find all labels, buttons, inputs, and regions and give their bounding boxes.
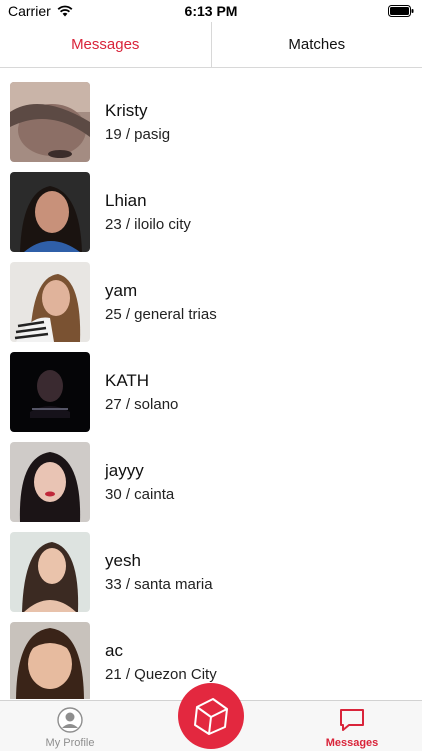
avatar [10,622,90,699]
tab-my-profile[interactable]: My Profile [0,701,140,751]
contact-detail: 30 / cainta [105,486,174,503]
avatar [10,172,90,252]
contact-name: Kristy [105,101,148,121]
tab-messages-bottom[interactable]: Messages [282,701,422,751]
cube-icon [191,695,231,737]
status-bar: Carrier 6:13 PM [0,0,422,22]
contact-detail: 33 / santa maria [105,576,213,593]
tab-label: Messages [282,737,422,749]
tab-label: My Profile [0,737,140,749]
contact-detail: 27 / solano [105,396,178,413]
center-action-button[interactable] [178,683,244,749]
contact-name: yam [105,281,137,301]
contact-name: yesh [105,551,141,571]
list-item[interactable]: KATH 27 / solano [0,338,422,428]
avatar [10,352,90,432]
contact-detail: 19 / pasig [105,126,170,143]
avatar [10,442,90,522]
battery-icon [388,5,414,17]
contact-detail: 25 / general trias [105,306,217,323]
avatar [10,82,90,162]
tab-messages[interactable]: Messages [0,22,212,67]
contact-name: Lhian [105,191,147,211]
avatar [10,262,90,342]
contact-detail: 21 / Quezon City [105,666,217,683]
contact-name: ac [105,641,123,661]
tab-matches[interactable]: Matches [212,22,422,67]
list-item[interactable]: Kristy 19 / pasig [0,68,422,158]
list-item[interactable]: Lhian 23 / iloilo city [0,158,422,248]
chat-bubble-icon [338,707,366,733]
contact-detail: 23 / iloilo city [105,216,191,233]
avatar [10,532,90,612]
list-item[interactable]: yesh 33 / santa maria [0,518,422,608]
profile-icon [57,707,83,733]
contact-name: KATH [105,371,149,391]
contact-name: jayyy [105,461,144,481]
clock: 6:13 PM [0,3,422,19]
list-item[interactable]: jayyy 30 / cainta [0,428,422,518]
segment-control: Messages Matches [0,22,422,68]
list-item[interactable]: yam 25 / general trias [0,248,422,338]
contact-list: Kristy 19 / pasig Lhian 23 / iloilo city [0,68,422,699]
